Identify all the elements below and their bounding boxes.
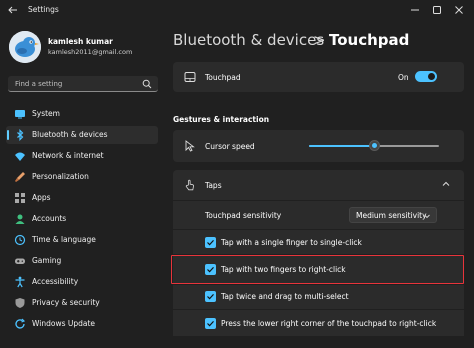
cursor-speed-label: Cursor speed — [205, 142, 255, 151]
chevron-up-icon[interactable] — [441, 179, 451, 189]
shield-icon — [15, 298, 25, 308]
update-icon — [15, 318, 26, 329]
section-heading: Gestures & interaction — [173, 115, 270, 124]
tap-hand-icon — [185, 179, 194, 191]
sidebar-item-time-language[interactable]: Time & language — [6, 231, 158, 249]
search-placeholder: Find a setting — [15, 80, 63, 88]
checkbox[interactable] — [205, 318, 216, 329]
profile-email: kamlesh2011@gmail.com — [48, 48, 133, 56]
breadcrumb-separator: > — [313, 31, 326, 49]
bluetooth-icon — [17, 129, 24, 141]
sidebar-item-label: System — [32, 109, 60, 118]
sidebar-item-personalization[interactable]: Personalization — [6, 168, 158, 186]
person-icon — [15, 214, 25, 224]
slider-fill — [309, 145, 374, 147]
checkmark-icon — [207, 293, 214, 300]
sensitivity-label: Touchpad sensitivity — [205, 211, 282, 220]
checkbox[interactable] — [205, 237, 216, 248]
sidebar-item-label: Privacy & security — [32, 298, 100, 307]
touchpad-toggle[interactable] — [415, 71, 437, 82]
breadcrumb-parent[interactable]: Bluetooth & devices — [173, 31, 324, 49]
title-bar: Settings — [0, 0, 474, 20]
avatar[interactable] — [9, 31, 41, 63]
sidebar-item-label: Apps — [32, 193, 51, 202]
sidebar-item-label: Bluetooth & devices — [32, 130, 108, 139]
sidebar-item-label: Accessibility — [32, 277, 79, 286]
app-title: Settings — [28, 5, 59, 14]
checkbox-label: Tap with a single finger to single-click — [221, 238, 362, 247]
close-icon[interactable] — [452, 3, 466, 17]
touchpad-label: Touchpad — [205, 73, 241, 82]
checkbox-label: Press the lower right corner of the touc… — [221, 319, 437, 328]
page-title: Touchpad — [329, 31, 410, 49]
minimize-icon[interactable] — [408, 3, 422, 17]
monitor-icon — [15, 110, 25, 119]
back-arrow-icon[interactable] — [7, 4, 19, 16]
sensitivity-value: Medium sensitivity — [356, 211, 427, 220]
toggle-state-label: On — [398, 73, 409, 82]
sidebar-item-accounts[interactable]: Accounts — [6, 210, 158, 228]
taps-card[interactable]: Taps — [173, 170, 464, 200]
cursor-icon — [185, 140, 195, 152]
sidebar-item-label: Windows Update — [32, 319, 96, 328]
taps-label: Taps — [205, 181, 222, 190]
checkbox[interactable] — [205, 291, 216, 302]
accessibility-icon — [15, 276, 25, 288]
paintbrush-icon — [15, 172, 25, 182]
sidebar-item-accessibility[interactable]: Accessibility — [6, 273, 158, 291]
sidebar-item-label: Time & language — [32, 235, 96, 244]
maximize-icon[interactable] — [430, 3, 444, 17]
checkmark-icon — [207, 239, 214, 246]
sidebar-item-label: Network & internet — [32, 151, 104, 160]
globe-clock-icon — [14, 234, 26, 246]
sidebar-item-network[interactable]: Network & internet — [6, 147, 158, 165]
toggle-knob — [428, 73, 435, 80]
bird-avatar-icon — [9, 31, 41, 63]
slider-thumb-dot — [371, 143, 377, 148]
search-icon — [142, 79, 152, 89]
sidebar-item-label: Accounts — [32, 214, 67, 223]
slider-thumb[interactable] — [368, 140, 380, 151]
sidebar-item-gaming[interactable]: Gaming — [6, 252, 158, 270]
touchpad-icon — [184, 72, 196, 82]
sidebar-item-system[interactable]: System — [6, 105, 158, 123]
highlight-box — [171, 255, 464, 284]
sidebar-item-label: Personalization — [32, 172, 89, 181]
search-input[interactable]: Find a setting — [8, 76, 158, 92]
profile-name: kamlesh kumar — [48, 37, 113, 46]
sidebar-item-windows-update[interactable]: Windows Update — [6, 315, 158, 333]
sidebar-item-privacy[interactable]: Privacy & security — [6, 294, 158, 312]
apps-icon — [15, 193, 25, 203]
chevron-down-icon — [424, 214, 430, 219]
gamepad-icon — [15, 258, 25, 264]
wifi-icon — [15, 152, 25, 161]
sidebar-item-label: Gaming — [32, 256, 62, 265]
checkmark-icon — [207, 320, 214, 327]
sidebar-item-bluetooth[interactable]: Bluetooth & devices — [6, 126, 158, 144]
checkbox-label: Tap twice and drag to multi-select — [221, 292, 349, 301]
sensitivity-dropdown[interactable]: Medium sensitivity — [349, 207, 437, 223]
sidebar-item-apps[interactable]: Apps — [6, 189, 158, 207]
active-indicator — [7, 130, 9, 140]
